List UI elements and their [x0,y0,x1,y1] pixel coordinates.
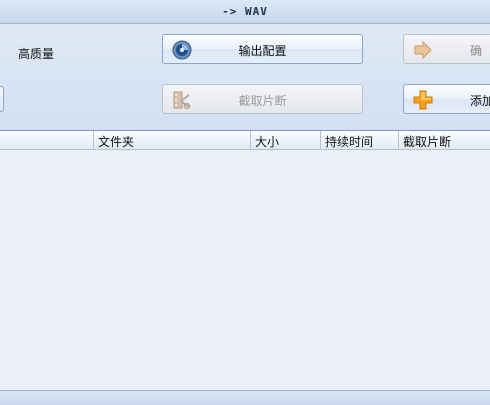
window-title: -> WAV [222,5,268,18]
add-file-button[interactable]: 添加 [403,84,490,114]
column-header-folder[interactable]: 文件夹 [93,131,250,150]
confirm-label: 确 [470,44,483,58]
clip-segment-button[interactable]: 截取片断 [162,84,363,114]
column-header-size[interactable]: 大小 [250,131,320,150]
add-file-label: 添加 [470,94,490,108]
table-header: 文件夹 大小 持续时间 截取片断 [0,131,490,150]
confirm-button[interactable]: 确 [403,34,490,64]
column-header-clip[interactable]: 截取片断 [398,131,490,150]
converter-window: -> WAV 高质量 输出配置 截取片断 确 添加 文件夹 大小 持续时间 截取… [0,0,490,405]
quality-label: 高质量 [18,47,55,61]
title-bar: -> WAV [0,0,490,24]
status-strip [0,390,490,405]
clip-segment-label: 截取片断 [238,94,287,108]
output-config-button[interactable]: 输出配置 [162,34,363,64]
profile-dropdown-edge[interactable] [0,86,4,112]
settings-panel: 高质量 输出配置 截取片断 确 添加 [0,24,490,130]
column-header-duration[interactable]: 持续时间 [320,131,398,150]
output-config-label: 输出配置 [238,44,287,58]
arrow-right-icon [414,40,432,60]
file-list-table[interactable]: 文件夹 大小 持续时间 截取片断 [0,130,490,390]
plus-icon [413,90,433,110]
